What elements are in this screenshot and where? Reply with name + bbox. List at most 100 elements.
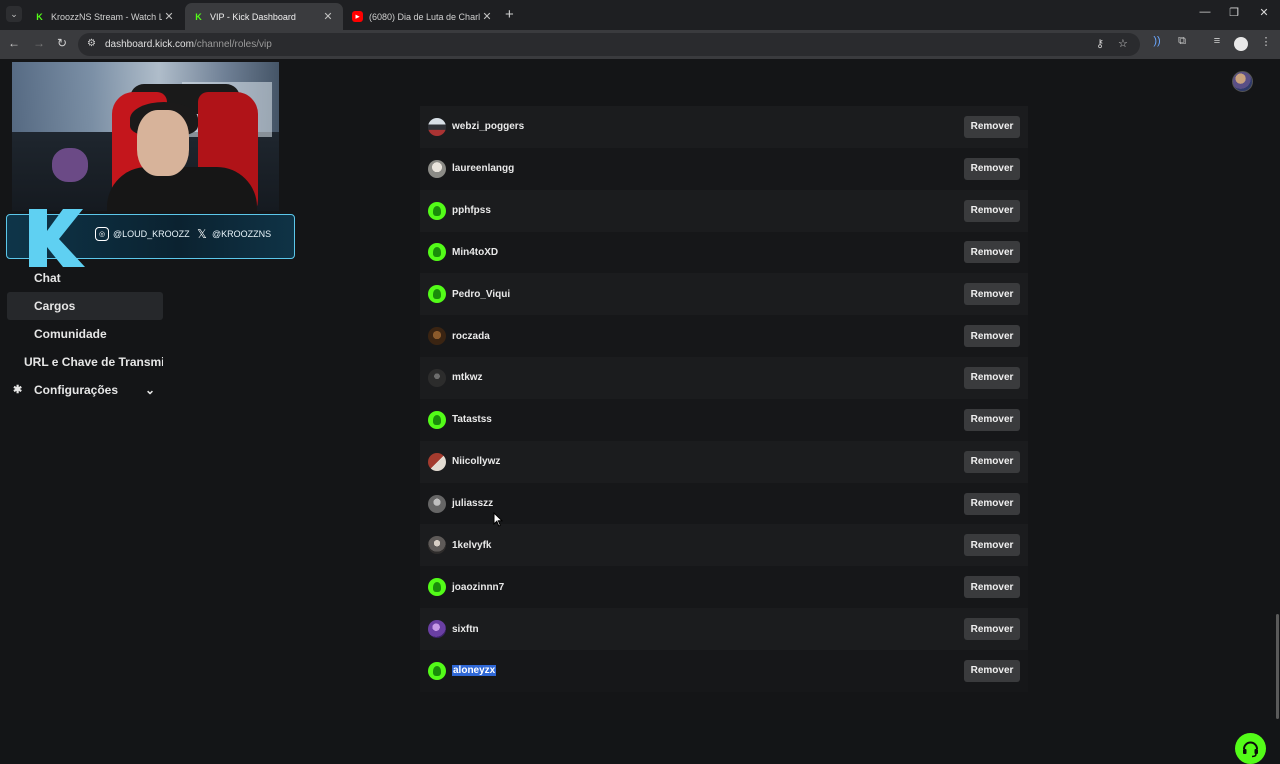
user-avatar-icon bbox=[428, 327, 446, 346]
instagram-handle: @LOUD_KROOZZ bbox=[113, 229, 190, 239]
remove-vip-button[interactable]: Remover bbox=[964, 492, 1020, 515]
extensions-puzzle-icon[interactable]: ⧉ bbox=[1174, 35, 1190, 48]
vip-user-list: webzi_poggers Remover laureenlangg Remover p… bbox=[420, 106, 1028, 692]
back-button[interactable]: ← bbox=[6, 36, 22, 50]
forward-button[interactable]: → bbox=[31, 36, 47, 50]
vip-row: 1kelvyfk Remover bbox=[420, 524, 1028, 567]
headset-icon bbox=[1243, 741, 1258, 758]
vip-row: aloneyzx Remover bbox=[420, 649, 1028, 692]
vip-row: juliasszz Remover bbox=[420, 482, 1028, 525]
k-logo-icon bbox=[29, 209, 85, 267]
sidebar-item-stream-key[interactable]: URL e Chave de Transmissão bbox=[7, 348, 163, 376]
support-chat-button[interactable] bbox=[1235, 733, 1266, 764]
remove-vip-button[interactable]: Remover bbox=[964, 366, 1020, 389]
kebab-menu-icon[interactable]: ⋮ bbox=[1258, 35, 1274, 48]
mouse-cursor-icon bbox=[493, 512, 503, 527]
remove-vip-button[interactable]: Remover bbox=[964, 659, 1020, 682]
gear-icon: ✱ bbox=[13, 384, 23, 396]
sidebar-item-comunidade[interactable]: Comunidade bbox=[7, 320, 163, 348]
instagram-icon: ◎ bbox=[95, 227, 109, 241]
vip-row: sixftn Remover bbox=[420, 608, 1028, 650]
sidebar-item-cargos[interactable]: Cargos bbox=[7, 292, 163, 320]
restore-button[interactable]: ❐ bbox=[1219, 6, 1249, 19]
browser-toolbar: ← → ↻ ⚙ dashboard.kick.com/channel/roles… bbox=[0, 30, 1280, 59]
media-queue-icon[interactable]: ≡ bbox=[1209, 35, 1225, 47]
close-icon[interactable]: ✕ bbox=[321, 10, 335, 23]
user-avatar-icon bbox=[428, 243, 446, 262]
tab-search-button[interactable]: ⌄ bbox=[6, 6, 22, 22]
extension-audio-icon[interactable]: )) bbox=[1149, 35, 1165, 47]
vip-username: Min4toXD bbox=[452, 246, 499, 258]
remove-vip-button[interactable]: Remover bbox=[964, 241, 1020, 264]
kick-icon: K bbox=[36, 11, 43, 22]
youtube-icon: ▶ bbox=[352, 11, 363, 22]
reload-button[interactable]: ↻ bbox=[54, 36, 70, 50]
vip-username: mtkwz bbox=[452, 372, 483, 384]
remove-vip-button[interactable]: Remover bbox=[964, 576, 1020, 599]
profile-avatar[interactable] bbox=[1234, 37, 1248, 51]
social-banner-overlay: ◎ @LOUD_KROOZZ 𝕏 @KROOZZNS bbox=[6, 209, 295, 267]
user-avatar-icon bbox=[428, 368, 446, 387]
kick-icon: K bbox=[195, 11, 202, 22]
remove-vip-button[interactable]: Remover bbox=[964, 450, 1020, 473]
remove-vip-button[interactable]: Remover bbox=[964, 618, 1020, 641]
user-avatar-icon bbox=[428, 661, 446, 680]
user-avatar[interactable] bbox=[1232, 71, 1253, 92]
remove-vip-button[interactable]: Remover bbox=[964, 408, 1020, 431]
chevron-down-icon: ⌄ bbox=[145, 383, 156, 397]
user-avatar-icon bbox=[428, 452, 446, 471]
url-path: /channel/roles/vip bbox=[193, 39, 272, 50]
vip-username: aloneyzx bbox=[452, 665, 497, 677]
x-twitter-icon: 𝕏 bbox=[197, 227, 207, 241]
vip-row: Pedro_Viqui Remover bbox=[420, 273, 1028, 316]
vip-row: joaozinnn7 Remover bbox=[420, 566, 1028, 609]
vip-row: Tatastss Remover bbox=[420, 398, 1028, 441]
user-avatar-icon bbox=[428, 536, 446, 555]
vip-row: roczada Remover bbox=[420, 315, 1028, 358]
remove-vip-button[interactable]: Remover bbox=[964, 534, 1020, 557]
user-avatar-icon bbox=[428, 620, 446, 639]
close-icon[interactable]: ✕ bbox=[162, 10, 176, 23]
user-avatar-icon bbox=[428, 494, 446, 513]
webcam-overlay bbox=[12, 62, 279, 211]
browser-tab-strip: ⌄ K KroozzNS Stream - Watch Live o ✕ K V… bbox=[0, 0, 1280, 30]
close-window-button[interactable]: ✕ bbox=[1249, 6, 1279, 19]
bookmark-star-icon[interactable]: ☆ bbox=[1118, 37, 1128, 50]
close-icon[interactable]: ✕ bbox=[480, 10, 494, 23]
user-avatar-icon bbox=[428, 285, 446, 304]
address-bar[interactable]: ⚙ dashboard.kick.com/channel/roles/vip ⚷… bbox=[78, 33, 1140, 56]
vip-username: Pedro_Viqui bbox=[452, 288, 511, 300]
vip-username: juliasszz bbox=[452, 498, 494, 510]
new-tab-button[interactable]: + bbox=[505, 6, 514, 23]
user-avatar-icon bbox=[428, 159, 446, 178]
remove-vip-button[interactable]: Remover bbox=[964, 115, 1020, 138]
user-avatar-icon bbox=[428, 201, 446, 220]
remove-vip-button[interactable]: Remover bbox=[964, 199, 1020, 222]
key-icon[interactable]: ⚷ bbox=[1096, 37, 1104, 50]
url-domain: dashboard.kick.com bbox=[105, 39, 194, 50]
vip-row: laureenlangg Remover bbox=[420, 147, 1028, 190]
vip-username: sixftn bbox=[452, 623, 479, 635]
vip-username: joaozinnn7 bbox=[452, 581, 505, 593]
user-avatar-icon bbox=[428, 410, 446, 429]
tab-kroozzns-stream[interactable]: K KroozzNS Stream - Watch Live o ✕ bbox=[26, 3, 184, 30]
remove-vip-button[interactable]: Remover bbox=[964, 157, 1020, 180]
vip-username: 1kelvyfk bbox=[452, 539, 492, 551]
minimize-button[interactable]: — bbox=[1190, 6, 1220, 18]
tab-vip-dashboard[interactable]: K VIP - Kick Dashboard ✕ bbox=[185, 3, 343, 30]
vip-row: Niicollywz Remover bbox=[420, 440, 1028, 483]
tab-youtube[interactable]: ▶ (6080) Dia de Luta de Charles O ✕ bbox=[344, 3, 502, 30]
vip-username: laureenlangg bbox=[452, 163, 515, 175]
vip-row: mtkwz Remover bbox=[420, 357, 1028, 399]
twitter-handle: @KROOZZNS bbox=[212, 229, 272, 239]
sidebar-item-configuracoes[interactable]: ✱ Configurações ⌄ bbox=[7, 376, 163, 404]
vip-row: pphfpss Remover bbox=[420, 189, 1028, 232]
user-avatar-icon bbox=[428, 117, 446, 136]
page-scrollbar[interactable] bbox=[1276, 614, 1279, 719]
vip-username: pphfpss bbox=[452, 205, 491, 217]
vip-row: webzi_poggers Remover bbox=[420, 106, 1028, 148]
user-avatar-icon bbox=[428, 578, 446, 597]
remove-vip-button[interactable]: Remover bbox=[964, 283, 1020, 306]
remove-vip-button[interactable]: Remover bbox=[964, 325, 1020, 348]
site-info-icon[interactable]: ⚙ bbox=[87, 38, 96, 49]
